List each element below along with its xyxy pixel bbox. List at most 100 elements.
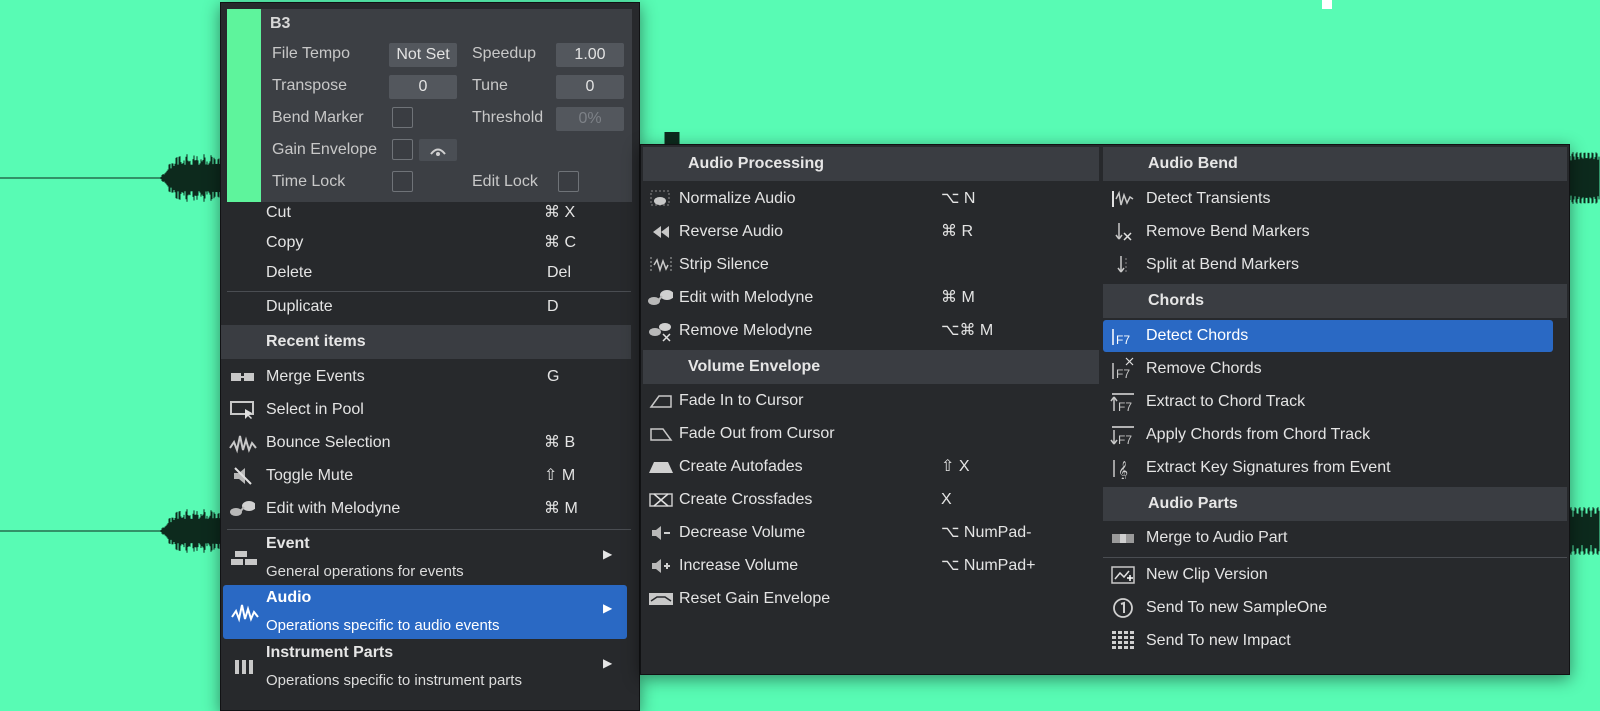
menu-item-create-autofades[interactable]: Create Autofades ⇧ X — [641, 451, 1099, 483]
menu-item-decrease-volume[interactable]: Decrease Volume ⌥ NumPad- — [641, 517, 1099, 549]
menu-item-shortcut: X — [941, 491, 952, 508]
audio-submenu: Audio Processing Normalize Audio ⌥ N Rev… — [640, 144, 1570, 675]
bounce-icon — [229, 427, 257, 459]
file-tempo-field[interactable]: Not Set — [389, 43, 457, 67]
menu-item-delete[interactable]: Delete Del — [221, 257, 631, 289]
volume-down-icon — [647, 517, 675, 549]
normalize-icon — [647, 183, 675, 215]
menu-item-create-crossfades[interactable]: Create Crossfades X — [641, 484, 1099, 516]
melodyne-icon — [645, 282, 673, 314]
menu-item-fade-out-from-cursor[interactable]: Fade Out from Cursor — [641, 418, 1099, 450]
threshold-field[interactable]: 0% — [556, 107, 624, 131]
menu-item-duplicate[interactable]: Duplicate D — [221, 291, 631, 323]
crossfades-icon — [647, 484, 675, 516]
submenu-event[interactable]: Event General operations for events ▶ — [221, 531, 631, 585]
submenu-description: Operations specific to audio events — [266, 617, 500, 634]
menu-item-label: Copy — [266, 234, 304, 251]
split-bend-markers-icon — [1109, 249, 1137, 281]
menu-item-detect-chords[interactable]: F7 Detect Chords — [1103, 320, 1553, 352]
menu-item-cut[interactable]: Cut ⌘ X — [221, 197, 631, 229]
submenu-instrument-parts[interactable]: Instrument Parts Operations specific to … — [221, 640, 631, 694]
svg-text:F7: F7 — [1118, 433, 1132, 446]
menu-item-label: Fade Out from Cursor — [679, 425, 835, 442]
menu-item-label: Create Autofades — [679, 458, 803, 475]
clip-version-icon — [1109, 559, 1137, 591]
menu-item-edit-with-melodyne[interactable]: Edit with Melodyne ⌘ M — [641, 282, 1099, 314]
menu-item-label: Reverse Audio — [679, 223, 784, 240]
submenu-title: Audio — [266, 589, 312, 606]
menu-item-extract-key-signatures[interactable]: 𝄞 Extract Key Signatures from Event — [1101, 452, 1567, 484]
menu-item-apply-chords-from-chord-track[interactable]: F7 Apply Chords from Chord Track — [1101, 419, 1567, 451]
menu-item-copy[interactable]: Copy ⌘ C — [221, 227, 631, 259]
menu-item-toggle-mute[interactable]: Toggle Mute ⇧ M — [221, 460, 631, 492]
edit-lock-label: Edit Lock — [472, 173, 538, 190]
section-title: Chords — [1148, 292, 1204, 309]
menu-item-label: Merge Events — [266, 368, 365, 385]
menu-item-reverse-audio[interactable]: Reverse Audio ⌘ R — [641, 216, 1099, 248]
menu-item-edit-with-melodyne[interactable]: Edit with Melodyne ⌘ M — [221, 493, 631, 525]
menu-item-reset-gain-envelope[interactable]: Reset Gain Envelope — [641, 583, 1099, 615]
menu-item-increase-volume[interactable]: Increase Volume ⌥ NumPad+ — [641, 550, 1099, 582]
remove-chords-icon: F7 — [1109, 353, 1137, 385]
audio-bend-header: Audio Bend — [1103, 147, 1567, 181]
menu-item-remove-melodyne[interactable]: Remove Melodyne ⌥⌘ M — [641, 315, 1099, 347]
recent-items-header: Recent items — [221, 325, 631, 359]
menu-item-bounce-selection[interactable]: Bounce Selection ⌘ B — [221, 427, 631, 459]
menu-item-shortcut: ⌥ N — [941, 190, 976, 207]
detect-chords-icon: F7 — [1109, 320, 1137, 352]
menu-item-remove-bend-markers[interactable]: Remove Bend Markers — [1101, 216, 1567, 248]
menu-item-fade-in-to-cursor[interactable]: Fade In to Cursor — [641, 385, 1099, 417]
tune-field[interactable]: 0 — [556, 75, 624, 99]
menu-item-select-in-pool[interactable]: Select in Pool — [221, 394, 631, 426]
menu-item-split-at-bend-markers[interactable]: Split at Bend Markers — [1101, 249, 1567, 281]
menu-item-new-clip-version[interactable]: New Clip Version — [1101, 559, 1567, 591]
transpose-label: Transpose — [272, 77, 347, 94]
menu-item-label: Strip Silence — [679, 256, 769, 273]
fade-out-icon — [647, 418, 675, 450]
menu-item-shortcut: ⌘ X — [544, 204, 576, 221]
transpose-field[interactable]: 0 — [389, 75, 457, 99]
menu-item-remove-chords[interactable]: F7 Remove Chords — [1101, 353, 1567, 385]
section-title: Audio Parts — [1148, 495, 1238, 512]
section-title: Audio Processing — [688, 155, 825, 172]
time-lock-checkbox[interactable] — [392, 171, 413, 192]
event-color-swatch[interactable] — [227, 9, 261, 202]
menu-item-shortcut: ⌘ C — [544, 234, 576, 251]
menu-item-shortcut: ⇧ X — [941, 458, 970, 475]
menu-item-extract-to-chord-track[interactable]: F7 Extract to Chord Track — [1101, 386, 1567, 418]
reverse-icon — [647, 216, 675, 248]
menu-item-label: Reset Gain Envelope — [679, 590, 831, 607]
submenu-audio[interactable]: Audio Operations specific to audio event… — [223, 585, 627, 639]
gain-envelope-checkbox[interactable] — [392, 139, 413, 160]
menu-item-normalize-audio[interactable]: Normalize Audio ⌥ N — [641, 183, 1099, 215]
menu-item-detect-transients[interactable]: Detect Transients — [1101, 183, 1567, 215]
menu-item-label: Remove Chords — [1146, 360, 1262, 377]
menu-item-shortcut: ⌥⌘ M — [941, 322, 994, 339]
menu-item-label: Bounce Selection — [266, 434, 391, 451]
speedup-field[interactable]: 1.00 — [556, 43, 624, 67]
event-name: B3 — [270, 15, 291, 32]
svg-text:F7: F7 — [1116, 333, 1130, 347]
svg-text:𝄞: 𝄞 — [1118, 461, 1128, 479]
menu-item-merge-events[interactable]: Merge Events G — [221, 361, 631, 393]
menu-item-label: Send To new SampleOne — [1146, 599, 1328, 616]
sampleone-icon — [1109, 592, 1137, 624]
chevron-right-icon: ▶ — [603, 547, 613, 561]
detect-transients-icon — [1109, 183, 1137, 215]
audio-icon — [229, 597, 261, 627]
bend-marker-checkbox[interactable] — [392, 107, 413, 128]
impact-grid-icon — [1109, 625, 1137, 657]
menu-item-merge-to-audio-part[interactable]: Merge to Audio Part — [1101, 522, 1567, 554]
gain-envelope-button[interactable] — [419, 139, 457, 161]
menu-item-shortcut: ⌘ B — [544, 434, 576, 451]
menu-item-label: Increase Volume — [679, 557, 799, 574]
menu-item-label: Create Crossfades — [679, 491, 813, 508]
edit-lock-checkbox[interactable] — [558, 171, 579, 192]
svg-text:F7: F7 — [1118, 400, 1132, 413]
menu-item-strip-silence[interactable]: Strip Silence — [641, 249, 1099, 281]
menu-item-send-to-impact[interactable]: Send To new Impact — [1101, 625, 1567, 657]
menu-item-send-to-sampleone[interactable]: Send To new SampleOne — [1101, 592, 1567, 624]
menu-item-shortcut: ⌘ R — [941, 223, 973, 240]
menu-item-label: Remove Bend Markers — [1146, 223, 1310, 240]
menu-item-label: Delete — [266, 264, 313, 281]
